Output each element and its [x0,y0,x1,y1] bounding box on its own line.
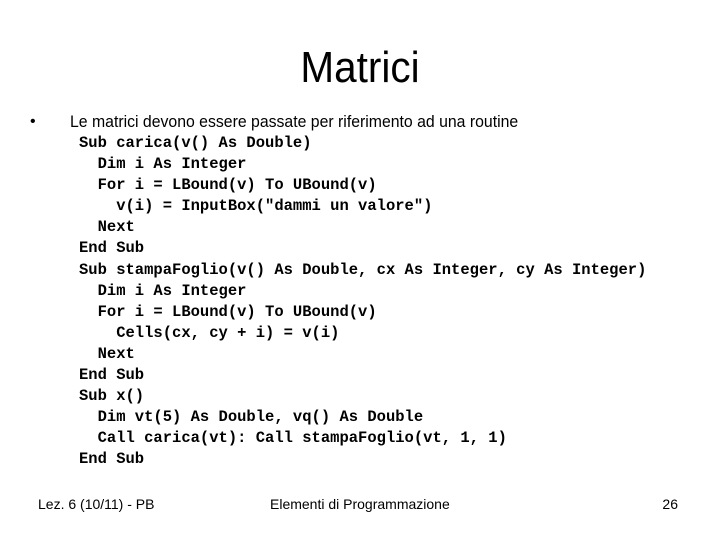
code-line: End Sub [79,366,145,385]
code-line: v(i) = InputBox("dammi un valore") [79,197,433,216]
code-line: Next [79,218,135,237]
footer-page-number: 26 [662,496,678,512]
code-line: For i = LBound(v) To UBound(v) [79,302,377,321]
code-line: Call carica(vt): Call stampaFoglio(vt, 1… [79,429,507,448]
code-line: Cells(cx, cy + i) = v(i) [79,323,340,342]
code-line: End Sub [79,450,145,469]
code-line: Sub x() [79,387,145,406]
code-line: Sub carica(v() As Double) [79,134,312,152]
code-line: Next [79,344,135,363]
footer-course-title: Elementi di Programmazione [270,496,450,512]
code-line: For i = LBound(v) To UBound(v) [79,176,377,195]
code-line: End Sub [79,239,145,258]
code-line: Dim i As Integer [79,155,247,174]
footer-lecture-info: Lez. 6 (10/11) - PB [38,496,155,512]
code-block: Sub carica(v() As Double) Dim i As Integ… [79,133,646,471]
code-line: Sub stampaFoglio(v() As Double, cx As In… [79,260,647,279]
code-line: Dim vt(5) As Double, vq() As Double [79,408,424,427]
bullet-item: • Le matrici devono essere passate per r… [30,110,710,134]
slide-title: Matrici [300,43,420,92]
bullet-text: Le matrici devono essere passate per rif… [70,112,519,131]
bullet-marker: • [30,113,36,130]
code-line: Dim i As Integer [79,281,247,300]
